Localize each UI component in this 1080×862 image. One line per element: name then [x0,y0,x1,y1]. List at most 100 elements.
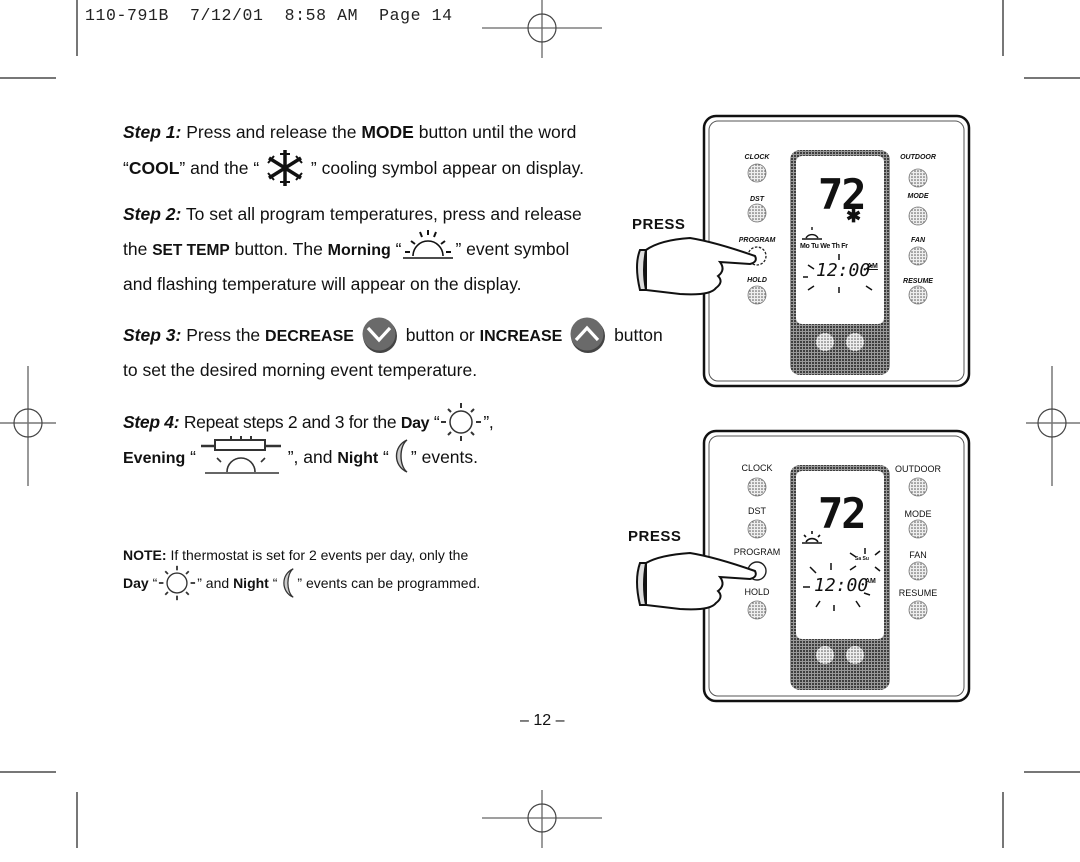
display-days: Sa Su [855,556,869,562]
page-number: – 12 – [520,712,565,729]
text: ”, [483,412,494,432]
step-1-label: Step 1: [123,122,182,142]
text: ” event symbol [455,239,570,259]
thermostat-illustration-1: PRESS CLOCK DST PROGRAM HOLD OUTDOOR MOD… [620,110,980,395]
crop-mark [76,0,78,56]
text: “ [268,575,278,591]
hold-button-label: HOLD [747,277,767,284]
day-sun-icon [159,566,196,601]
crop-mark [1002,792,1004,848]
text: “ [429,412,440,432]
step-3-line-2: to set the desired morning event tempera… [123,359,477,381]
step-2-line-1: Step 2: To set all program temperatures,… [123,203,582,225]
dst-button-label: DST [750,196,764,203]
note-label: NOTE: [123,547,167,563]
mode-button-label: MODE [904,509,932,519]
hold-button-label: HOLD [744,587,770,597]
increase-keyword: INCREASE [479,328,563,345]
mode-keyword: MODE [361,122,414,142]
night-keyword: Night [337,450,379,467]
text: ” and [197,575,234,591]
slug-time: 8:58 AM [284,6,359,25]
text: ” and the “ [179,158,260,178]
outdoor-button-label: OUTDOOR [900,154,936,161]
crop-mark [1024,77,1080,79]
text: ”, and [287,447,338,467]
text: Repeat steps 2 and 3 for the [183,412,401,432]
step-4-line-2: Evening “ ”, and Night “ ” events. [123,436,479,475]
crop-mark [0,77,56,79]
set-temp-keyword: SET TEMP [152,242,230,259]
clock-button-label: CLOCK [741,463,773,473]
display-time: 12:00 [816,260,871,281]
text: the [123,239,153,259]
step-3-label: Step 3: [123,325,182,345]
text: If thermostat is set for 2 events per da… [170,547,469,563]
program-button-label: PROGRAM [733,547,781,557]
morning-sun-icon [403,230,454,260]
resume-button-label: RESUME [898,588,938,598]
text: button or [405,325,480,345]
display-snowflake-icon: ✱ [846,206,862,226]
registration-mark-top [482,0,602,58]
slug-date: 7/12/01 [190,6,264,25]
text: “ [185,447,196,467]
display-temperature: 72 [818,489,867,538]
cool-keyword: COOL [128,158,180,178]
press-label: PRESS [632,216,686,233]
step-4-line-1: Step 4: Repeat steps 2 and 3 for the Day… [123,403,494,442]
step-2-line-3: and flashing temperature will appear on … [123,273,522,295]
crop-mark [1002,0,1004,56]
text: “ [390,239,402,259]
increase-button-icon [570,317,606,354]
mode-button-label: MODE [907,193,929,200]
note-line-1: NOTE: If thermostat is set for 2 events … [123,544,468,566]
step-1-line-1: Step 1: Press and release the MODE butto… [123,121,576,143]
registration-mark-left [0,366,56,486]
press-label: PRESS [628,528,682,545]
step-2-label: Step 2: [123,204,182,224]
crop-mark [76,792,78,848]
step-2-line-2: the SET TEMP button. The Morning “ ” eve… [123,230,570,262]
text: “ [378,447,389,467]
evening-icon [200,436,281,475]
registration-mark-bottom [482,790,602,848]
night-moon-icon [395,439,408,474]
text: to set the desired morning event tempera… [123,360,478,380]
decrease-button-icon [362,317,397,354]
text: ” events. [410,447,479,467]
dst-button-label: DST [748,506,766,516]
text: ” cooling symbol appear on display. [310,158,584,178]
program-button-label: PROGRAM [738,237,776,244]
fan-button-label: FAN [911,237,925,244]
clock-button-label: CLOCK [744,154,770,161]
day-keyword: Day [400,415,430,432]
step-3-line-1: Step 3: Press the DECREASE button or INC… [123,317,663,354]
text: and flashing temperature will appear on … [123,274,522,294]
text: button. The [229,239,328,259]
snowflake-icon [267,150,303,187]
text: “ [148,575,158,591]
thermostat-illustration-2: PRESS CLOCK DST PROGRAM HOLD OUTDOOR MOD… [620,425,980,710]
evening-keyword: Evening [123,450,186,467]
night-keyword: Night [233,575,269,591]
note-line-2: Day “ ” and Night “ ” events can be prog… [123,566,481,601]
registration-mark-right [1026,366,1080,486]
day-keyword: Day [123,575,149,591]
slug-doc-id: 110-791B [85,6,170,25]
print-slug: 110-791B 7/12/01 8:58 AM Page 14 [85,6,453,25]
crop-mark [1024,771,1080,773]
step-4-label: Step 4: [123,412,180,432]
day-sun-icon [441,403,482,442]
text: button until the word [413,122,577,142]
display-time: 12:00 [814,575,869,596]
text: Press and release the [186,122,362,142]
text: ” events can be programmed. [297,575,481,591]
slug-page: Page 14 [379,6,453,25]
outdoor-button-label: OUTDOOR [895,464,941,474]
display-ampm: AM [867,263,878,270]
morning-keyword: Morning [327,242,391,259]
text: To set all program temperatures, press a… [185,204,582,224]
crop-mark [0,771,56,773]
resume-button-label: RESUME [903,278,933,285]
